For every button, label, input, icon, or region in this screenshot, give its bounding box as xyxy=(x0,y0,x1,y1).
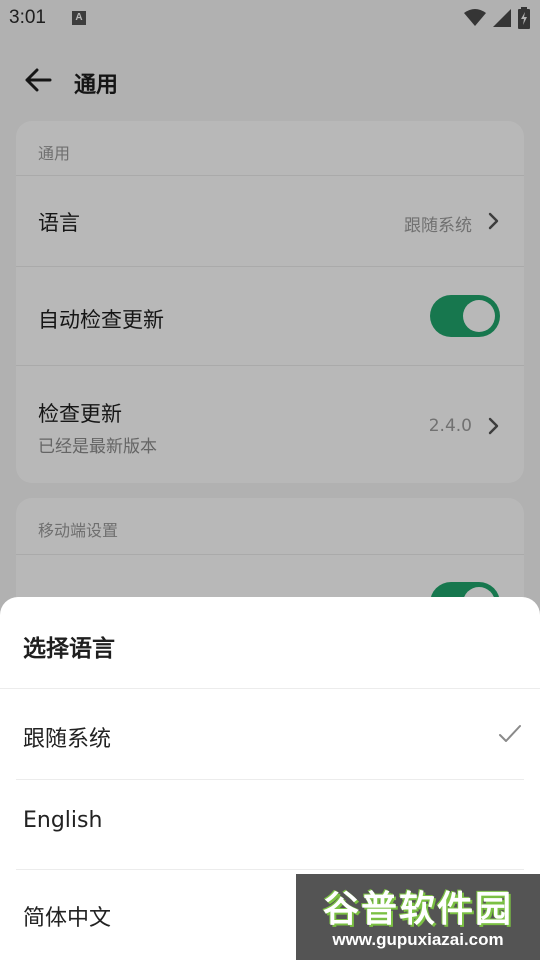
sheet-title: 选择语言 xyxy=(23,636,115,662)
watermark-url: www.gupuxiazai.com xyxy=(332,930,504,949)
check-icon xyxy=(499,725,521,742)
watermark-logo: 谷普软件园 www.gupuxiazai.com xyxy=(296,874,540,960)
language-option-english[interactable]: English xyxy=(0,780,540,868)
divider xyxy=(0,688,540,689)
option-label: 跟随系统 xyxy=(23,727,112,752)
option-label: 简体中文 xyxy=(23,906,112,931)
option-label: English xyxy=(23,808,103,833)
language-option-follow-system[interactable]: 跟随系统 xyxy=(0,693,540,781)
divider xyxy=(16,869,524,870)
watermark-title: 谷普软件园 xyxy=(322,889,513,930)
